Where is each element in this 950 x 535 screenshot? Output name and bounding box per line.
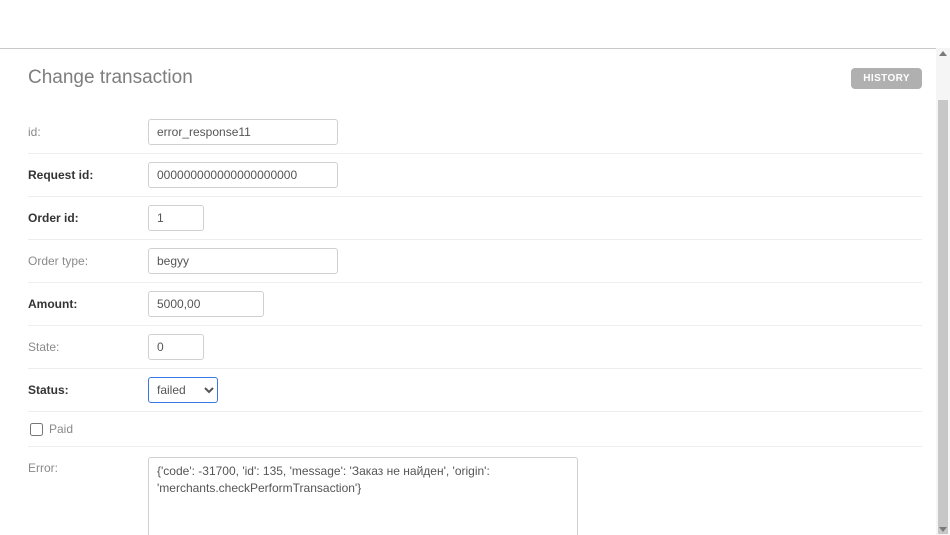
scroll-area: Change transaction HISTORY id: Request i… <box>0 49 950 535</box>
input-order-type[interactable] <box>148 248 338 274</box>
row-status: Status: failed <box>28 369 922 412</box>
row-order-id: Order id: <box>28 197 922 240</box>
row-amount: Amount: <box>28 283 922 326</box>
row-error: Error: <box>28 447 922 535</box>
row-paid: Paid <box>28 412 922 447</box>
input-amount[interactable] <box>148 291 264 317</box>
row-id: id: <box>28 111 922 154</box>
history-button[interactable]: HISTORY <box>851 68 922 89</box>
row-request-id: Request id: <box>28 154 922 197</box>
page-title: Change transaction <box>28 67 193 89</box>
checkbox-paid[interactable] <box>30 423 43 436</box>
label-request-id: Request id: <box>28 168 148 182</box>
select-status[interactable]: failed <box>148 377 218 403</box>
label-error: Error: <box>28 461 148 475</box>
scroll-down-icon[interactable] <box>939 527 947 532</box>
label-order-id: Order id: <box>28 211 148 225</box>
label-order-type: Order type: <box>28 254 148 268</box>
content: Change transaction HISTORY id: Request i… <box>0 49 950 535</box>
scrollbar-thumb[interactable] <box>938 100 948 534</box>
header-row: Change transaction HISTORY <box>28 67 922 89</box>
label-paid: Paid <box>49 422 73 436</box>
divider <box>0 48 950 49</box>
label-status: Status: <box>28 383 148 397</box>
label-amount: Amount: <box>28 297 148 311</box>
input-order-id[interactable] <box>148 205 204 231</box>
top-bar <box>0 0 950 49</box>
input-state[interactable] <box>148 334 204 360</box>
scrollbar[interactable] <box>936 48 950 535</box>
row-order-type: Order type: <box>28 240 922 283</box>
input-request-id[interactable] <box>148 162 338 188</box>
row-state: State: <box>28 326 922 369</box>
textarea-error[interactable] <box>148 457 578 535</box>
input-id[interactable] <box>148 119 338 145</box>
label-id: id: <box>28 125 148 139</box>
label-state: State: <box>28 340 148 354</box>
scroll-up-icon[interactable] <box>939 51 947 56</box>
